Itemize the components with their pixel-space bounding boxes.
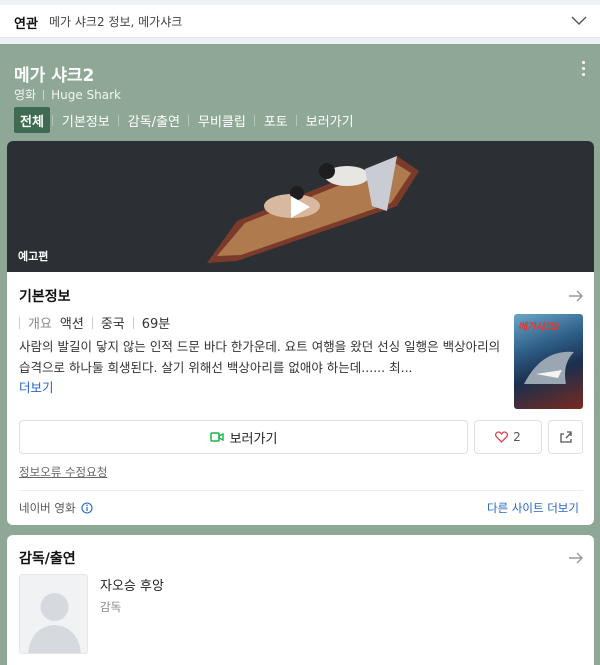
movie-original-title: Huge Shark [51,88,121,102]
person-role: 감독 [100,600,122,614]
movie-info-card: 예고편 기본정보 개요 액션 중국 69분 사람의 발길이 닿지 않는 인적 드… [7,141,594,525]
cast-heading[interactable]: 감독/출연 [19,548,76,568]
country: 중국 [100,317,125,332]
watch-button[interactable]: 보러가기 [19,420,468,454]
trailer-thumbnail [207,156,419,263]
trailer-label: 예고편 [18,250,49,263]
person-placeholder-icon [28,593,81,653]
info-icon[interactable] [81,502,93,514]
report-error-link[interactable]: 정보오류 수정요청 [19,464,107,480]
shark-illustration [524,351,574,384]
overview-label: 개요 [28,317,52,332]
related-searches-bar[interactable]: 연관 메가 샤크2 정보, 메가샤크 [0,5,600,38]
video-camera-icon [209,432,224,442]
more-options-icon[interactable] [580,61,586,79]
tab-director-cast[interactable]: 감독/출연 [117,107,186,133]
divider [19,490,583,491]
poster-title: 메가샤크2 [518,322,560,333]
tab-all[interactable]: 전체 [14,107,50,133]
basic-info-heading[interactable]: 기본정보 [19,286,71,306]
other-sites-link[interactable]: 다른 사이트 더보기 [487,500,579,516]
like-button[interactable]: 2 [474,420,542,454]
share-button[interactable] [548,420,583,454]
source-label: 네이버 영화 [19,501,76,515]
movie-subtitle: 영화 Huge Shark [14,86,121,103]
runtime: 69분 [141,317,171,332]
source: 네이버 영화 [19,500,93,516]
avatar[interactable] [19,574,88,654]
arrow-right-icon[interactable] [568,289,584,303]
genre: 액션 [59,317,84,332]
tab-movie-clip[interactable]: 무비클립 [188,107,252,133]
tab-basic-info[interactable]: 기본정보 [51,107,116,133]
tab-photo[interactable]: 포토 [253,107,294,133]
play-icon[interactable] [288,194,312,220]
movie-title[interactable]: 메가 샤크2 [14,61,94,86]
related-label: 연관 [14,17,38,32]
heart-icon [495,431,509,443]
movie-poster[interactable]: 메가샤크2 [514,314,583,409]
person-name[interactable]: 자오승 후앙 [100,575,164,594]
movie-tabs: 전체 기본정보 감독/출연 무비클립 포토 보러가기 [14,107,366,133]
movie-meta: 개요 액션 중국 69분 [19,313,170,332]
related-text[interactable]: 메가 샤크2 정보, 메가샤크 [49,13,182,30]
trailer-video[interactable]: 예고편 [7,141,594,272]
more-link[interactable]: 더보기 [19,377,54,396]
cast-card: 감독/출연 자오승 후앙 감독 [7,535,594,665]
movie-category: 영화 [14,88,37,102]
chevron-down-icon[interactable] [571,15,587,27]
like-count: 2 [513,430,521,444]
share-icon [559,431,572,443]
movie-description: 사람의 발길이 닿지 않는 인적 드문 바다 한가운데. 요트 여행을 왔던 선… [19,339,501,375]
arrow-right-icon[interactable] [568,551,584,565]
watch-label: 보러가기 [229,431,278,447]
tab-watch[interactable]: 보러가기 [295,107,360,133]
